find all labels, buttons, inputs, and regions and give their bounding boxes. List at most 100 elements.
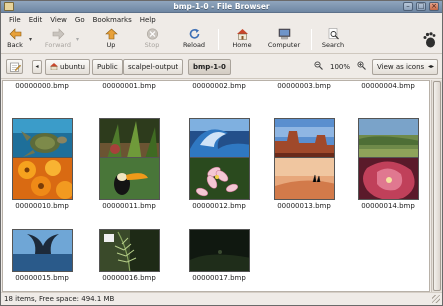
menu-bookmarks[interactable]: Bookmarks [89,16,136,24]
image-thumbnail[interactable] [98,229,160,272]
back-arrow-icon [9,28,21,40]
file-item[interactable]: 00000015.bmp [4,229,80,282]
crumb-bmp-1-0[interactable]: bmp-1-0 [188,59,231,75]
file-item[interactable]: 00000017.bmp [181,229,257,282]
file-name: 00000015.bmp [15,274,69,282]
forward-button[interactable]: Forward [43,28,73,52]
crumb-public[interactable]: Public [92,59,123,75]
icon-view[interactable]: 00000000.bmp 00000001.bmp 00000002.bmp 0000… [2,80,430,292]
zoom-out-icon[interactable] [314,61,323,73]
home-folder-icon [50,63,58,70]
zoom-level[interactable]: 100% [330,63,350,71]
reload-icon [189,28,199,39]
window-title: bmp-1-0 - File Browser [173,2,270,11]
up-button[interactable]: Up [101,28,121,52]
view-mode-label: View as icons [377,63,425,71]
file-item[interactable]: 00000001.bmp [91,80,167,90]
minimize-button[interactable]: – [403,2,413,11]
toolbar-separator [311,29,312,50]
file-name: 00000003.bmp [277,82,331,90]
computer-label: Computer [267,41,301,49]
notepad-pencil-icon [10,62,22,72]
back-button[interactable]: Back [5,28,25,52]
file-item[interactable]: 00000011.bmp [91,157,167,210]
gnome-foot-icon [423,32,436,48]
file-name: 00000017.bmp [192,274,246,282]
image-thumbnail[interactable] [188,157,250,200]
file-item[interactable]: 00000012.bmp [181,157,257,210]
computer-button[interactable]: Computer [265,28,303,52]
file-item[interactable]: 00000004.bmp [350,80,426,90]
computer-icon [278,28,290,40]
image-thumbnail[interactable] [357,157,419,200]
image-thumbnail[interactable] [11,229,73,272]
home-label: Home [232,41,252,49]
location-bar: ◂ ubuntu Public scalpel-output bmp-1-0 1… [1,55,442,79]
stop-button[interactable]: Stop [141,28,163,52]
image-thumbnail[interactable] [98,118,160,161]
title-bar[interactable]: bmp-1-0 - File Browser – □ × [1,1,442,13]
up-label: Up [106,41,116,49]
menu-go[interactable]: Go [71,16,89,24]
home-button[interactable]: Home [229,28,255,52]
file-item[interactable]: 00000002.bmp [181,80,257,90]
file-item[interactable]: 00000013.bmp [266,157,342,210]
file-item[interactable]: 00000010.bmp [4,157,80,210]
view-mode-select[interactable]: View as icons ◂▸ [372,59,438,75]
status-text: 18 items, Free space: 494.1 MB [4,295,115,303]
file-name: 00000012.bmp [192,202,246,210]
menu-view[interactable]: View [46,16,71,24]
menu-edit[interactable]: Edit [25,16,47,24]
menu-bar: File Edit View Go Bookmarks Help [1,13,442,26]
file-name: 00000014.bmp [361,202,415,210]
image-thumbnail[interactable] [273,157,335,200]
reload-button[interactable]: Reload [180,28,208,52]
toolbar-separator [218,29,219,50]
scrollbar-thumb[interactable] [433,81,441,291]
reload-label: Reload [182,41,206,49]
resize-grip[interactable] [432,295,440,303]
crumb-ubuntu[interactable]: ubuntu [45,59,90,75]
file-name: 00000010.bmp [15,202,69,210]
location-edit-toggle[interactable] [6,59,23,74]
menu-help[interactable]: Help [136,16,160,24]
up-arrow-icon [104,28,118,40]
crumb-scalpel-output[interactable]: scalpel-output [123,59,184,75]
file-name: 00000013.bmp [277,202,331,210]
file-item[interactable]: 00000000.bmp [4,80,80,90]
path-scroll-left-button[interactable]: ◂ [32,60,42,74]
status-bar: 18 items, Free space: 494.1 MB [1,292,442,305]
back-label: Back [7,41,23,49]
image-thumbnail[interactable] [188,118,250,161]
file-item[interactable]: 00000014.bmp [350,157,426,210]
image-thumbnail[interactable] [357,118,419,161]
home-icon [236,29,248,40]
vertical-scrollbar[interactable] [431,80,442,292]
back-history-dropdown[interactable]: ▾ [29,36,32,43]
search-button[interactable]: Search [317,28,349,52]
file-name: 00000002.bmp [192,82,246,90]
forward-arrow-icon [52,28,64,40]
file-name: 00000001.bmp [102,82,156,90]
forward-history-dropdown[interactable]: ▾ [76,36,79,43]
menu-file[interactable]: File [5,16,25,24]
file-item[interactable]: 00000003.bmp [266,80,342,90]
file-name: 00000000.bmp [15,82,69,90]
search-icon [328,28,339,40]
image-thumbnail[interactable] [11,157,73,200]
forward-label: Forward [44,41,72,49]
image-thumbnail[interactable] [11,118,73,161]
file-item[interactable]: 00000016.bmp [91,229,167,282]
main-toolbar: Back ▾ Forward ▾ Up Stop Reload Home Com… [1,26,442,54]
search-label: Search [321,41,345,49]
file-browser-window: bmp-1-0 - File Browser – □ × File Edit V… [0,0,443,306]
image-thumbnail[interactable] [188,229,250,272]
image-thumbnail[interactable] [98,157,160,200]
file-name: 00000011.bmp [102,202,156,210]
close-button[interactable]: × [429,2,439,11]
crumb-ubuntu-label: ubuntu [60,63,85,71]
stop-label: Stop [144,41,160,49]
zoom-in-icon[interactable] [357,61,366,73]
image-thumbnail[interactable] [273,118,335,161]
maximize-button[interactable]: □ [416,2,426,11]
